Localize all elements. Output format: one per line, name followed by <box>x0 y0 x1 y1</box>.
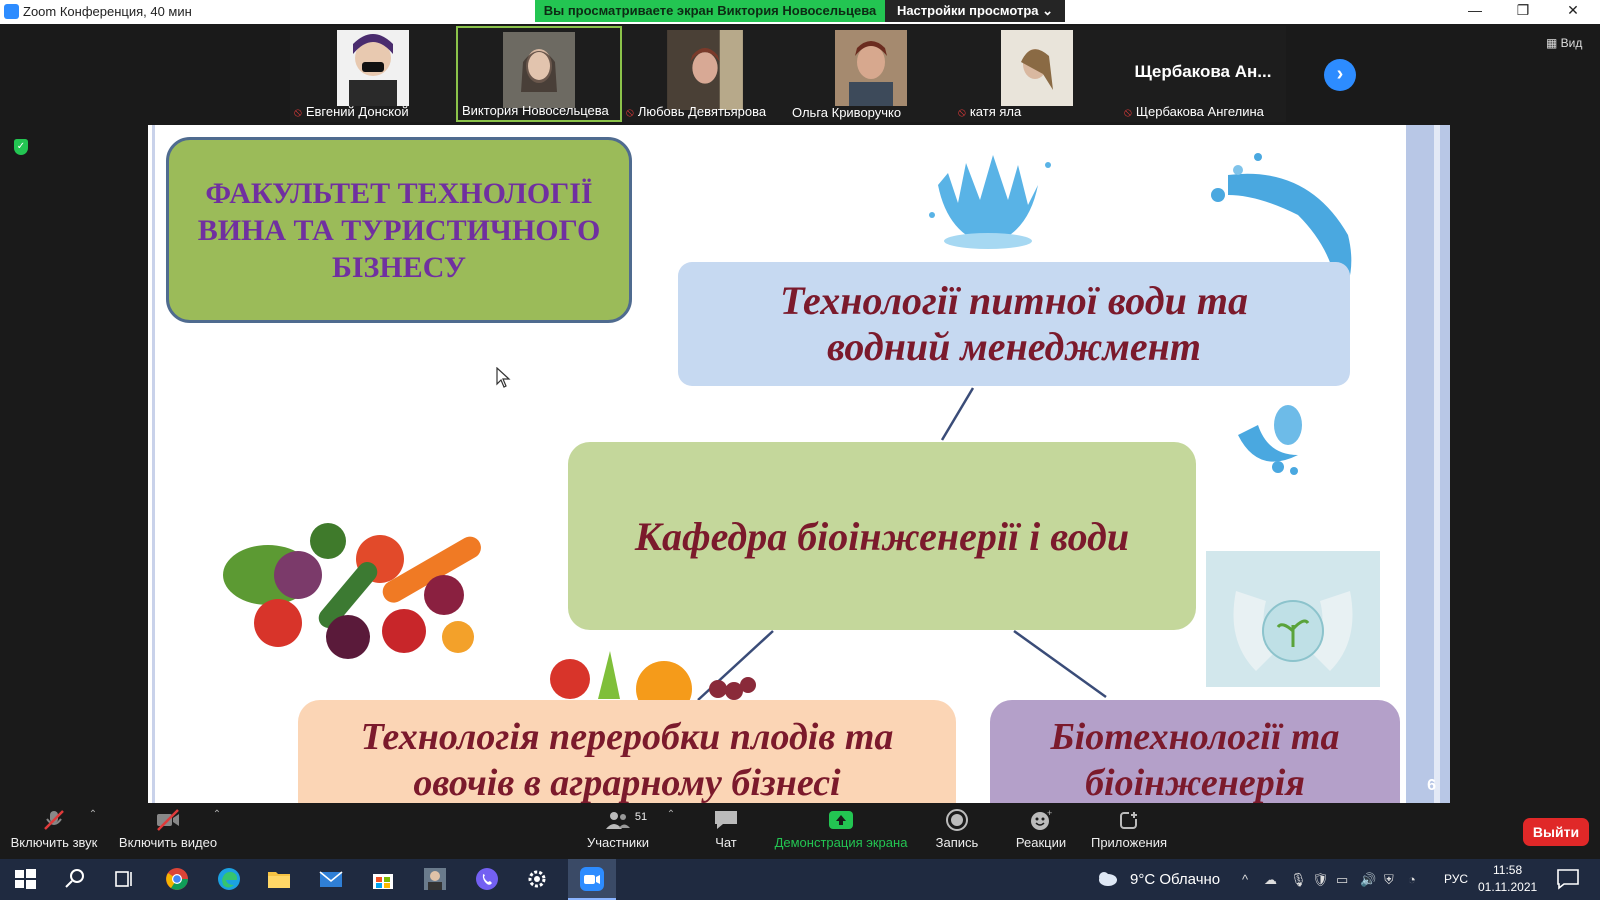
apps-icon <box>1120 811 1137 829</box>
windows-start-icon[interactable] <box>12 866 38 892</box>
search-icon[interactable] <box>62 866 88 892</box>
faculty-title-box: ФАКУЛЬТЕТ ТЕХНОЛОГІЇ ВИНА ТА ТУРИСТИЧНОГ… <box>166 137 632 323</box>
battery-icon[interactable]: ▭ <box>1336 872 1348 888</box>
leave-meeting-button[interactable]: Выйти <box>1523 818 1589 846</box>
muted-mic-icon: ⦸ <box>958 105 966 119</box>
participant-video <box>503 32 575 108</box>
participant-name: Ольга Криворучко <box>792 105 902 120</box>
chrome-icon[interactable] <box>164 866 190 892</box>
muted-mic-icon: ⦸ <box>294 105 302 119</box>
close-icon[interactable]: ✕ <box>1550 2 1596 22</box>
store-icon[interactable] <box>370 866 396 892</box>
zoom-taskbar-button[interactable] <box>568 859 616 900</box>
settings-gear-icon[interactable] <box>524 866 550 892</box>
muted-mic-icon <box>44 810 64 830</box>
record-button[interactable]: Запись <box>926 803 988 859</box>
shared-screen: ФАКУЛЬТЕТ ТЕХНОЛОГІЇ ВИНА ТА ТУРИСТИЧНОГ… <box>148 125 1450 803</box>
view-button[interactable]: ▦ Вид <box>1546 36 1582 50</box>
svg-text:+: + <box>1047 809 1052 818</box>
weather-widget[interactable]: 9°C Облачно <box>1130 871 1220 888</box>
window-title: Zoom Конференция, 40 мин <box>23 4 192 19</box>
participant-gallery: ⦸ Евгений Донской Виктория Новосельцева ⦸… <box>290 26 1310 122</box>
biotech-petri-image <box>1206 551 1380 687</box>
onedrive-cloud-icon[interactable]: ☁ <box>1264 872 1277 888</box>
task-view-icon[interactable] <box>112 866 138 892</box>
viber-icon[interactable] <box>474 866 500 892</box>
participants-icon <box>606 812 630 829</box>
wifi-icon[interactable]: ◔ <box>1408 872 1416 887</box>
keyboard-language[interactable]: РУС <box>1444 872 1468 886</box>
clock-time: 11:58 <box>1493 863 1523 877</box>
file-explorer-icon[interactable] <box>266 866 292 892</box>
participant-avatar <box>1001 30 1073 106</box>
participant-name: ⦸ катя яла <box>958 104 1022 119</box>
reactions-button[interactable]: + Реакции <box>1010 803 1072 859</box>
participant-name: ⦸ Любовь Девятьярова <box>626 104 767 119</box>
grid-icon: ▦ <box>1546 36 1561 50</box>
department-box: Кафедра біоінженерії і води <box>568 442 1196 630</box>
participant-big-label: Щербакова Ан... <box>1134 62 1272 81</box>
participants-options-caret[interactable]: ⌃ <box>664 809 678 821</box>
weather-cloud-icon <box>1099 872 1117 886</box>
restore-icon[interactable]: ❐ <box>1500 2 1546 22</box>
volume-icon[interactable]: 🔊 <box>1360 872 1376 888</box>
video-off-icon <box>157 809 179 831</box>
view-options-dropdown[interactable]: Настройки просмотра ⌄ <box>885 0 1065 22</box>
biotech-box: Біотехнології та біоінженерія <box>990 700 1400 803</box>
participant-name: ⦸ Щербакова Ангелина <box>1124 104 1264 119</box>
fruits-image <box>550 651 756 703</box>
water-drops-image <box>1238 405 1302 475</box>
vegetables-image <box>223 523 481 659</box>
participant-tile[interactable]: ⦸ Евгений Донской <box>290 26 456 122</box>
security-shield-icon[interactable]: ✓ <box>14 139 28 155</box>
water-crown-image <box>929 155 1051 249</box>
chat-icon <box>715 811 737 829</box>
windows-taskbar: 9°C Облачно ^ ☁ 🎙 🛡 ▭ 🔊 ⛨ ◔ РУС 11:58 01… <box>0 859 1600 900</box>
muted-mic-icon: ⦸ <box>626 105 634 119</box>
mail-icon[interactable] <box>318 866 344 892</box>
muted-mic-icon: ⦸ <box>1124 105 1132 119</box>
minimize-icon[interactable]: — <box>1452 2 1498 22</box>
fruit-processing-box: Технологія переробки плодів та овочів в … <box>298 700 956 803</box>
audio-options-caret[interactable]: ⌃ <box>86 809 100 821</box>
mouse-cursor-icon <box>496 367 511 388</box>
share-screen-button[interactable]: Демонстрация экрана <box>770 803 912 859</box>
window-titlebar: Zoom Конференция, 40 мин Вы просматривае… <box>0 0 1600 24</box>
slide-page-number: 6 <box>1427 777 1436 794</box>
participant-avatar <box>337 30 409 106</box>
share-screen-icon <box>829 811 853 829</box>
water-tech-box: Технології питної води та водний менеджм… <box>678 262 1350 386</box>
participant-name: Виктория Новосельцева <box>462 103 609 118</box>
video-options-caret[interactable]: ⌃ <box>210 809 224 821</box>
vpn-shield-icon[interactable]: 🛡 <box>1312 872 1329 888</box>
participant-tile[interactable]: Ольга Криворучко <box>788 26 954 122</box>
zoom-icon <box>580 867 604 891</box>
participant-tile[interactable]: ⦸ катя яла <box>954 26 1120 122</box>
edge-icon[interactable] <box>216 866 242 892</box>
taskbar-clock[interactable]: 11:58 01.11.2021 <box>1478 862 1537 896</box>
photo-app-icon[interactable] <box>422 866 448 892</box>
clock-date: 01.11.2021 <box>1478 880 1538 894</box>
start-video-button[interactable]: Включить видео <box>116 803 220 859</box>
notifications-icon[interactable] <box>1556 868 1580 890</box>
participant-tile[interactable]: Щербакова Ан... ⦸ Щербакова Ангелина <box>1120 26 1286 122</box>
participants-count: 51 <box>634 811 648 823</box>
participant-video <box>667 30 743 110</box>
gallery-next-button[interactable]: › <box>1324 59 1356 91</box>
defender-icon[interactable]: ⛨ <box>1384 872 1394 888</box>
reactions-icon: + <box>1031 809 1052 830</box>
apps-button[interactable]: Приложения <box>1086 803 1172 859</box>
microphone-icon[interactable]: 🎙 <box>1290 872 1307 888</box>
participant-avatar <box>835 30 907 106</box>
viewing-screen-banner: Вы просматриваете экран Виктория Новосел… <box>535 0 885 22</box>
chat-button[interactable]: Чат <box>698 803 754 859</box>
participant-tile[interactable]: ⦸ Любовь Девятьярова <box>622 26 788 122</box>
participant-tile-active[interactable]: Виктория Новосельцева <box>456 26 622 122</box>
meeting-toolbar: Включить звук ⌃ Включить видео ⌃ Участни… <box>0 803 1600 859</box>
participant-name: ⦸ Евгений Донской <box>294 104 409 119</box>
zoom-app-icon <box>4 4 19 19</box>
record-icon <box>946 809 968 831</box>
tray-chevron-icon[interactable]: ^ <box>1242 872 1248 887</box>
